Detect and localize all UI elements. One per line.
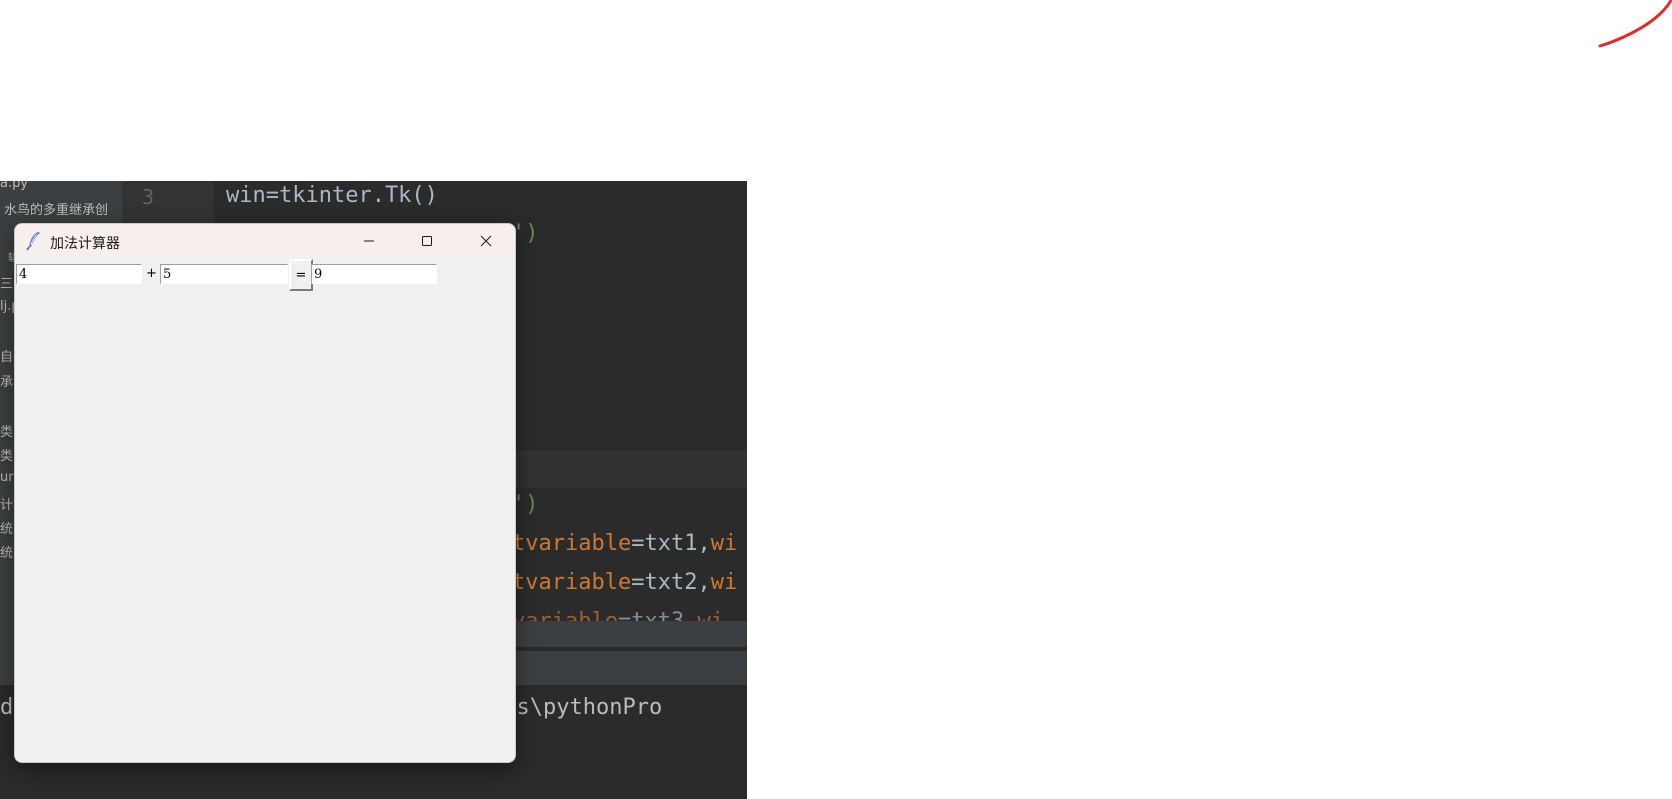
line-number: 3: [142, 185, 155, 209]
result-entry[interactable]: [311, 264, 437, 284]
window-titlebar[interactable]: 加法计算器: [15, 224, 515, 258]
window-client-area: + =: [15, 258, 515, 762]
maximize-button[interactable]: [398, 224, 456, 258]
tk-feather-icon: [26, 232, 40, 251]
red-annotation-stroke: [1598, 0, 1672, 48]
minimize-button[interactable]: [340, 224, 398, 258]
project-item[interactable]: 统: [0, 542, 13, 561]
code-line: tvariable=txt1,wi: [512, 531, 738, 556]
close-icon: [480, 235, 492, 247]
operand1-entry[interactable]: [16, 264, 142, 284]
code-line: win=tkinter.Tk(): [226, 183, 438, 208]
operand2-entry[interactable]: [160, 264, 288, 284]
project-item[interactable]: a.py: [0, 181, 28, 191]
maximize-icon: [422, 236, 432, 246]
equals-button[interactable]: =: [289, 259, 313, 291]
window-title: 加法计算器: [50, 236, 120, 252]
calculator-window: 加法计算器 + =: [14, 223, 516, 763]
close-button[interactable]: [457, 224, 515, 258]
minimize-icon: [364, 240, 374, 242]
plus-label: +: [146, 266, 157, 281]
project-item[interactable]: 水鸟的多重继承创: [4, 199, 108, 218]
code-line: tvariable=txt2,wi: [512, 570, 738, 595]
